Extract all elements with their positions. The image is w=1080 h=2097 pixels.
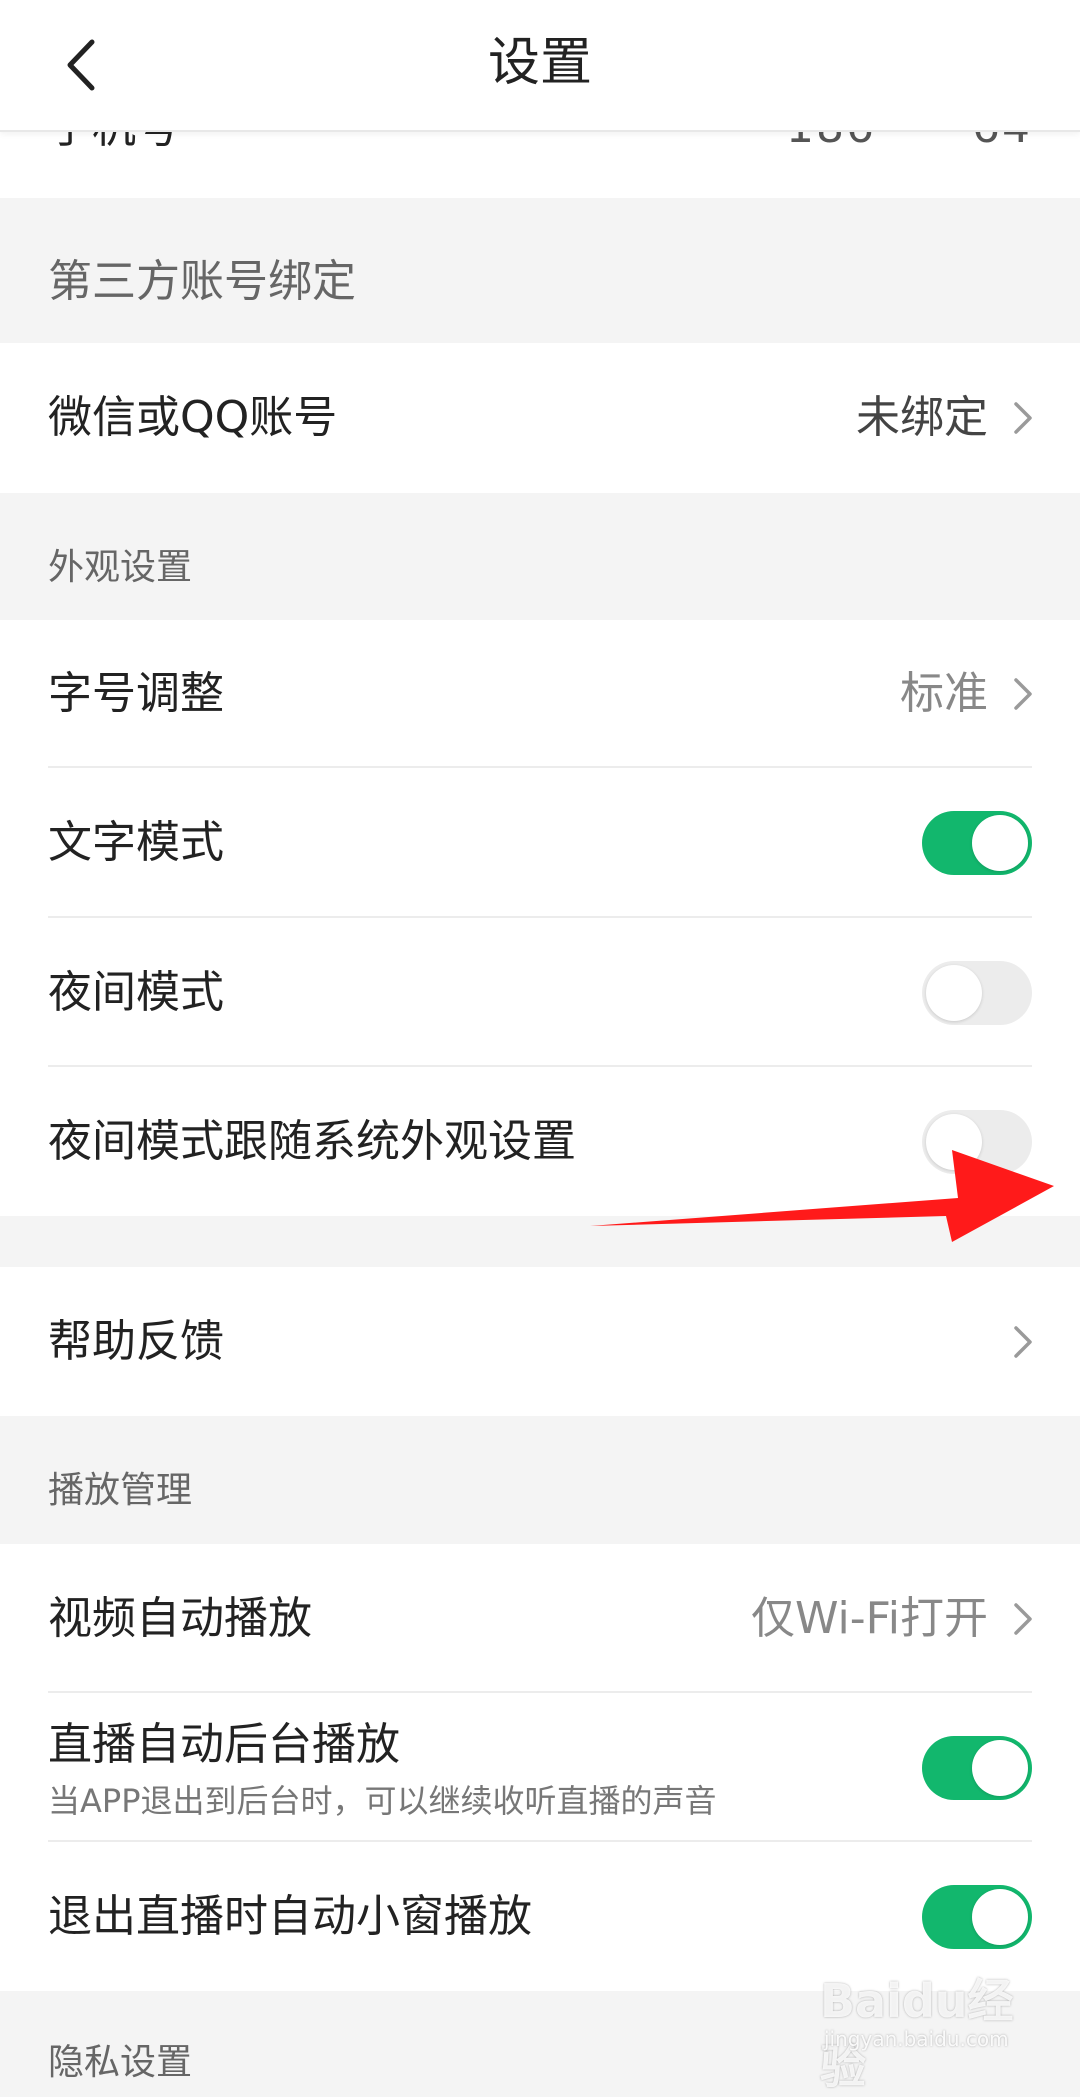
section-title-appearance: 外观设置 xyxy=(48,547,193,588)
video-autoplay-label: 视频自动播放 xyxy=(48,1592,312,1644)
text-mode-label: 文字模式 xyxy=(48,817,224,868)
page-title: 设置 xyxy=(487,33,592,93)
toggle-knob xyxy=(972,1739,1028,1796)
section-title-third-party: 第三方账号绑定 xyxy=(48,256,356,307)
phone-number-label: 手机号 xyxy=(48,130,180,158)
chevron-right-icon xyxy=(1014,1325,1032,1358)
live-background-play-description: 当APP退出到后台时，可以继续收听直播的声音 xyxy=(48,1782,717,1820)
live-background-play-row: 直播自动后台播放 当APP退出到后台时，可以继续收听直播的声音 xyxy=(0,1693,1080,1842)
live-background-play-label: 直播自动后台播放 xyxy=(48,1719,400,1770)
help-feedback-label: 帮助反馈 xyxy=(48,1315,224,1367)
video-autoplay-row[interactable]: 视频自动播放 仅Wi-Fi打开 xyxy=(0,1544,1080,1693)
help-feedback-row[interactable]: 帮助反馈 xyxy=(0,1267,1080,1416)
wechat-qq-account-row[interactable]: 微信或QQ账号 未绑定 xyxy=(0,343,1080,493)
wechat-qq-account-label: 微信或QQ账号 xyxy=(48,392,338,443)
chevron-right-icon xyxy=(1014,1602,1032,1635)
toggle-knob xyxy=(972,1888,1028,1945)
phone-number-row[interactable]: 手机号 186****64 xyxy=(0,130,1080,198)
section-title-playback: 播放管理 xyxy=(48,1470,193,1511)
chevron-right-icon xyxy=(1014,678,1032,710)
top-app-bar: 设置 xyxy=(0,0,1080,132)
section-title-privacy: 隐私设置 xyxy=(48,2042,193,2083)
video-autoplay-value: 仅Wi-Fi打开 xyxy=(751,1592,988,1644)
night-mode-label: 夜间模式 xyxy=(48,966,224,1018)
text-mode-toggle[interactable] xyxy=(922,811,1032,875)
red-annotation-arrow-icon xyxy=(590,1150,1054,1242)
exit-live-mini-window-label: 退出直播时自动小窗播放 xyxy=(48,1890,532,1942)
baidu-jingyan-watermark: Baidu经验 jingyan.baidu.com xyxy=(820,1965,1050,2094)
font-size-label: 字号调整 xyxy=(48,668,224,719)
wechat-qq-account-value: 未绑定 xyxy=(856,392,988,443)
font-size-row[interactable]: 字号调整 标准 xyxy=(0,620,1080,768)
watermark-url: jingyan.baidu.com xyxy=(824,2027,1009,2051)
live-background-play-toggle[interactable] xyxy=(922,1735,1032,1800)
phone-number-value: 186****64 xyxy=(786,130,1032,158)
toggle-knob xyxy=(972,815,1028,871)
toggle-knob xyxy=(926,964,982,1021)
night-mode-follow-system-label: 夜间模式跟随系统外观设置 xyxy=(48,1115,576,1167)
exit-live-mini-window-toggle[interactable] xyxy=(922,1884,1032,1949)
font-size-value: 标准 xyxy=(900,668,988,719)
chevron-right-icon xyxy=(1014,402,1032,434)
night-mode-toggle[interactable] xyxy=(922,960,1032,1025)
night-mode-row: 夜间模式 xyxy=(0,918,1080,1067)
text-mode-row: 文字模式 xyxy=(0,768,1080,918)
